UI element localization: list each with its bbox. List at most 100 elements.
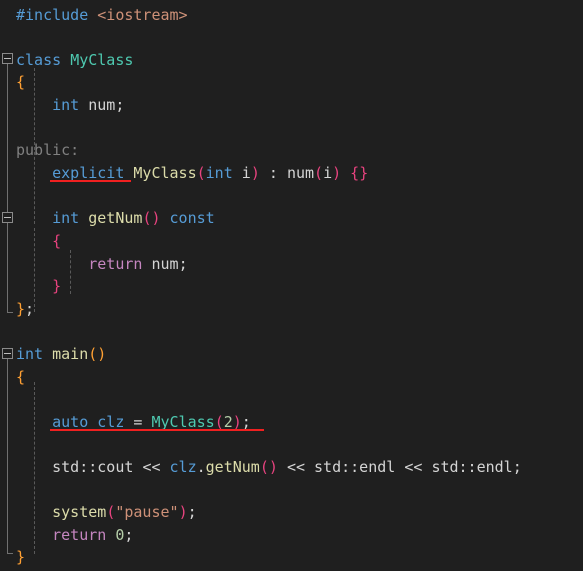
fold-region-line-main (7, 359, 8, 553)
token-keyword-int: int (205, 164, 233, 182)
token-paren-open: ( (196, 164, 206, 182)
token-paren-open: ( (106, 503, 116, 521)
token-stream-operator-1: << (142, 458, 161, 476)
token-member-num: num (88, 96, 116, 114)
token-stream-operator-3: << (404, 458, 423, 476)
code-line-17[interactable]: { (16, 366, 25, 389)
token-member-num: num (151, 255, 179, 273)
token-arg-i: i (323, 164, 333, 182)
token-paren-close: ) (97, 345, 107, 363)
token-stream-operator-2: << (286, 458, 305, 476)
code-line-4[interactable]: { (16, 71, 25, 94)
token-paren-close: ) (250, 164, 260, 182)
token-string-pause: "pause" (115, 503, 179, 521)
code-line-25[interactable]: } (16, 546, 25, 569)
token-semicolon: ; (115, 96, 125, 114)
token-keyword-return: return (88, 255, 143, 273)
code-editor-surface[interactable]: #include <iostream> class MyClass { int … (0, 0, 583, 571)
fold-toggle-main[interactable] (2, 348, 13, 359)
token-function-getnum: getNum (88, 209, 143, 227)
token-keyword-int: int (52, 96, 80, 114)
token-paren-open-2: ( (314, 164, 324, 182)
code-line-14[interactable]: }; (16, 298, 34, 321)
fold-region-line-class (7, 64, 8, 312)
code-line-11[interactable]: { (16, 230, 61, 253)
token-include-directive: #include (16, 6, 89, 24)
token-std-endl-1: std::endl (314, 458, 396, 476)
token-param-i: i (241, 164, 251, 182)
token-member-access-dot: . (196, 458, 206, 476)
fold-region-end-main (7, 553, 13, 554)
token-function-getnum: getNum (205, 458, 260, 476)
token-keyword-const: const (169, 209, 215, 227)
token-brace-close-main: } (16, 548, 26, 566)
token-semicolon: ; (124, 526, 134, 544)
token-function-main: main (52, 345, 89, 363)
code-line-3[interactable]: class MyClass (16, 49, 133, 72)
token-keyword-class: class (16, 51, 62, 69)
token-function-system: system (52, 503, 107, 521)
error-underline-explicit (50, 180, 131, 182)
fold-toggle-class-myclass[interactable] (2, 53, 13, 64)
code-line-5[interactable]: int num; (16, 94, 124, 117)
token-paren-close: ) (151, 209, 161, 227)
error-underline-auto-init (50, 429, 264, 431)
token-header-name: <iostream> (97, 6, 188, 24)
code-line-12[interactable]: return num; (16, 253, 187, 276)
code-line-1[interactable]: #include <iostream> (16, 4, 188, 27)
code-line-24[interactable]: return 0; (16, 524, 133, 547)
token-access-specifier-public: public: (16, 141, 80, 159)
token-brace-open-getnum: { (52, 232, 62, 250)
token-paren-open: ( (259, 458, 269, 476)
token-keyword-int: int (52, 209, 80, 227)
code-line-23[interactable]: system("pause"); (16, 501, 197, 524)
token-semicolon: ; (512, 458, 522, 476)
code-line-13[interactable]: } (16, 275, 61, 298)
token-brace-open-main: { (16, 368, 26, 386)
token-brace-open-class: { (16, 73, 26, 91)
code-line-16[interactable]: int main() (16, 343, 106, 366)
code-line-10[interactable]: int getNum() const (16, 207, 215, 230)
token-brace-close-getnum: } (52, 277, 62, 295)
token-init-list-colon: : (268, 164, 278, 182)
token-member-num: num (286, 164, 315, 182)
fold-region-end-class (7, 312, 13, 313)
folding-gutter[interactable] (0, 0, 16, 571)
token-paren-close: ) (178, 503, 188, 521)
token-brace-close-class: } (16, 300, 26, 318)
code-line-21[interactable]: std::cout << clz.getNum() << std::endl <… (16, 456, 522, 479)
token-paren-close: ) (268, 458, 278, 476)
code-line-7[interactable]: public: (16, 139, 79, 162)
token-paren-close-2: ) (332, 164, 342, 182)
token-brace-open-ctor: { (350, 164, 360, 182)
token-constructor-name: MyClass (133, 164, 197, 182)
fold-toggle-getnum[interactable] (2, 212, 13, 223)
token-semicolon: ; (25, 300, 35, 318)
token-keyword-int: int (16, 345, 44, 363)
token-brace-close-ctor: } (359, 164, 369, 182)
